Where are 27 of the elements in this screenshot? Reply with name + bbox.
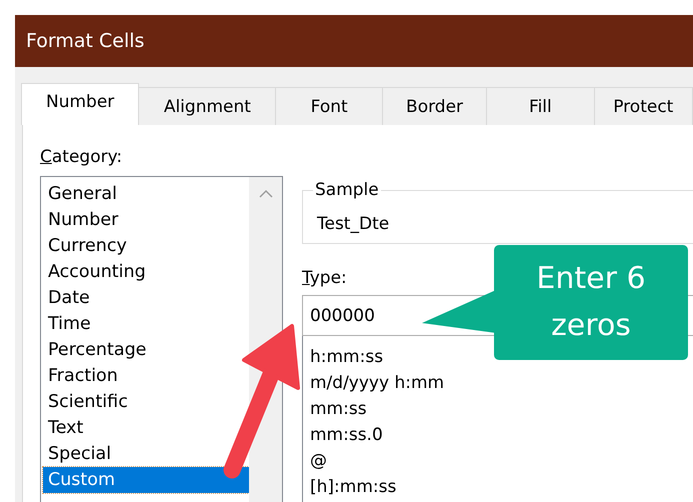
format-item[interactable]: mm:ss (310, 396, 367, 422)
tab[interactable]: Protect (594, 87, 693, 125)
sample-label: Sample (314, 180, 380, 200)
sample-value: Test_Dte (317, 214, 390, 234)
format-item[interactable]: mm:ss.0 (310, 422, 383, 448)
category-item[interactable]: Scientific (43, 389, 249, 415)
format-item[interactable]: m/d/yyyy h:mm (310, 370, 444, 396)
category-item[interactable]: Accounting (43, 259, 249, 285)
scroll-up-icon[interactable] (258, 189, 272, 198)
category-item[interactable]: Special (43, 441, 249, 467)
category-item[interactable]: Currency (43, 233, 249, 259)
category-item[interactable]: Number (43, 207, 249, 233)
category-label: Category: (40, 147, 122, 168)
category-item[interactable]: General (43, 181, 249, 207)
category-item[interactable]: Percentage (43, 337, 249, 363)
category-item[interactable]: Text (43, 415, 249, 441)
format-item[interactable]: h:mm:ss (310, 344, 384, 370)
tab[interactable]: Number (21, 83, 140, 125)
format-item[interactable]: @ (310, 448, 327, 474)
category-item[interactable]: Time (43, 311, 249, 337)
format-item[interactable]: [h]:mm:ss (310, 474, 396, 500)
category-list[interactable]: General Number Currency Accounting Date Time Percentage Fraction Scientific Text Special Custom (40, 176, 283, 502)
category-item[interactable]: Custom (43, 467, 249, 493)
category-item[interactable]: Fraction (43, 363, 249, 389)
type-label: Type: (302, 268, 347, 289)
category-item[interactable]: Date (43, 285, 249, 311)
window-title: Format Cells (26, 30, 144, 52)
